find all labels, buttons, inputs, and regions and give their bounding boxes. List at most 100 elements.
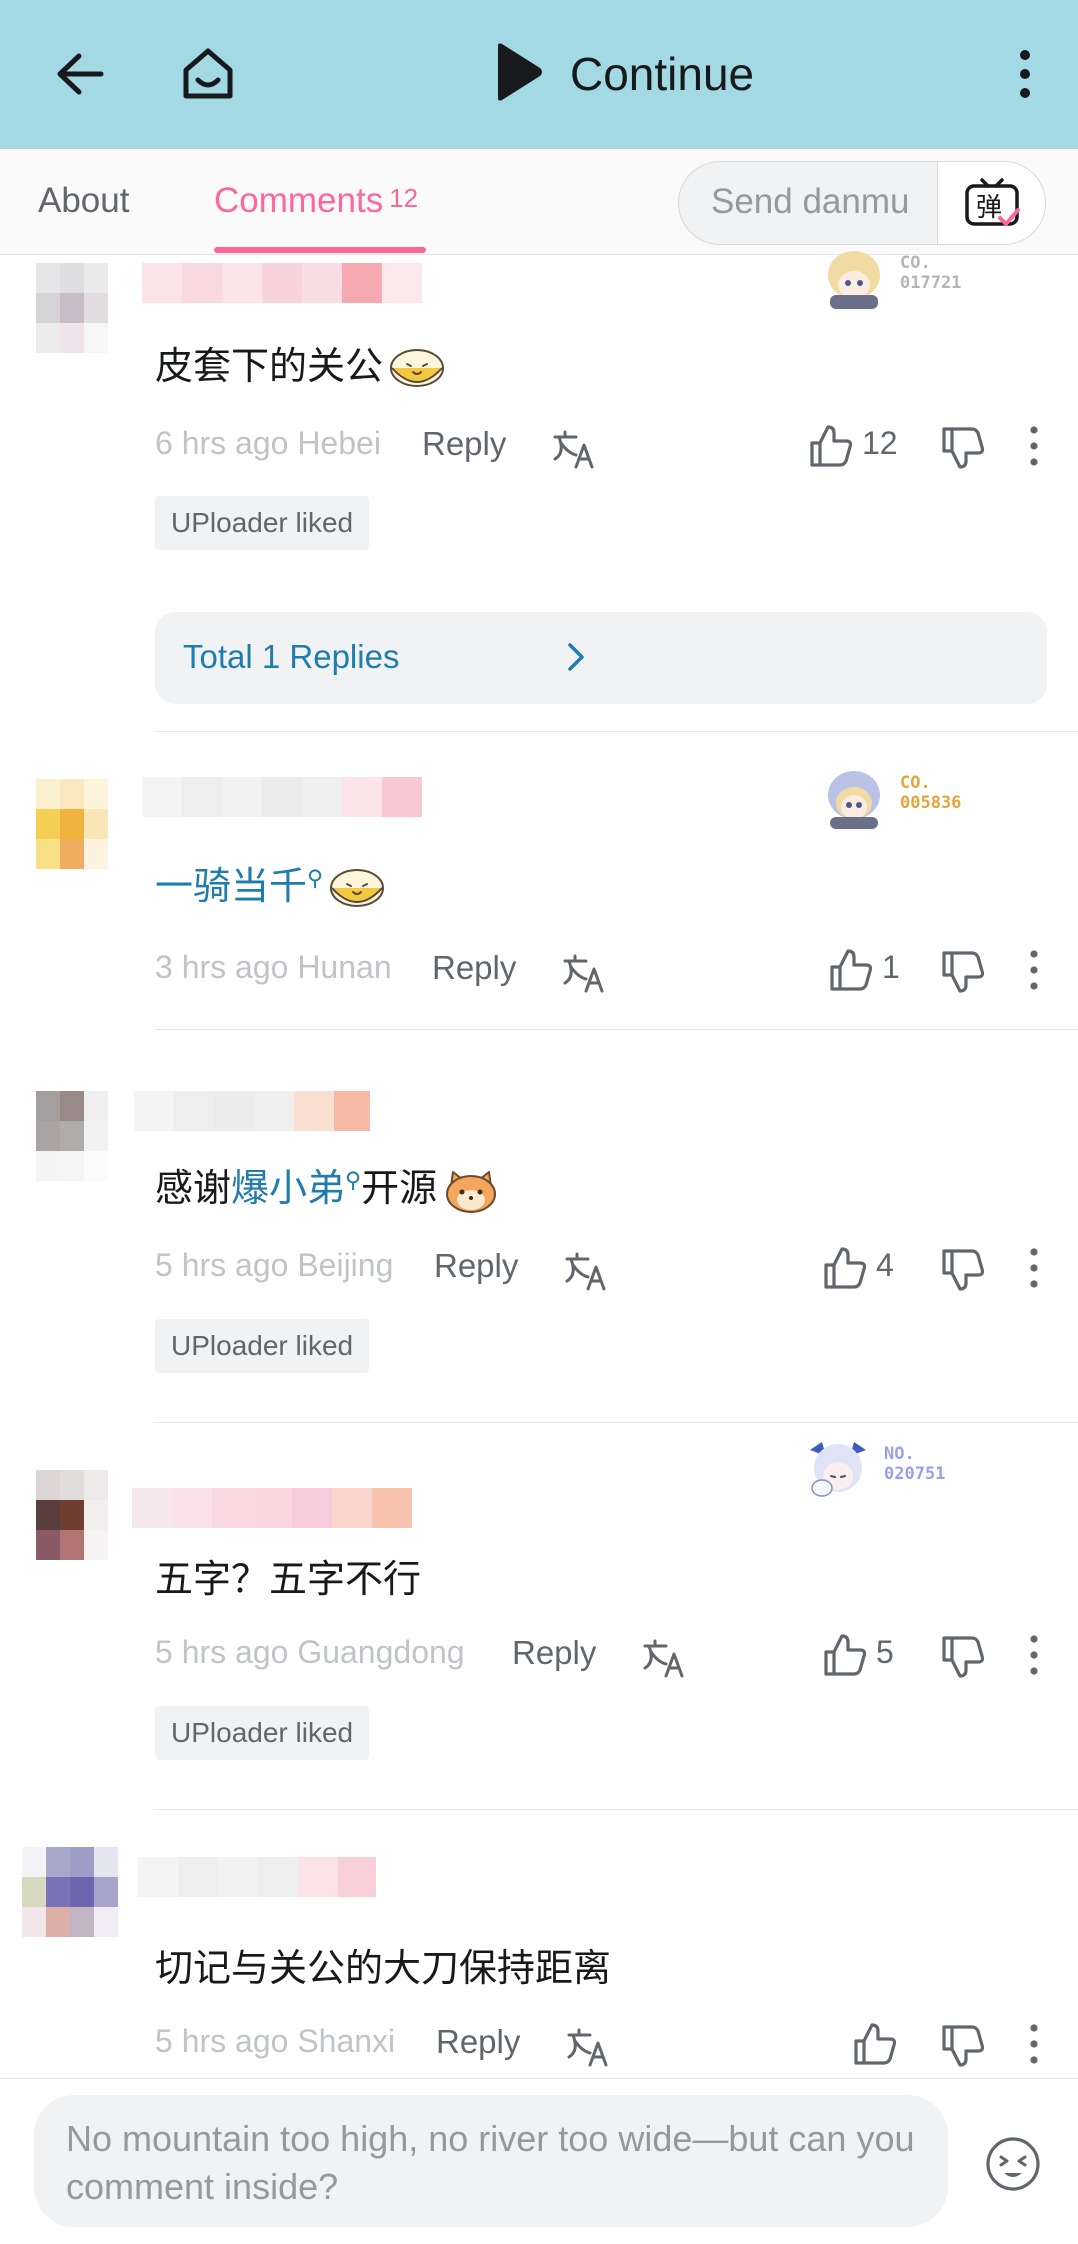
comment-more-icon[interactable] bbox=[1024, 2021, 1044, 2067]
tab-bar: About Comments 12 Send danmu 弹 bbox=[0, 149, 1078, 255]
comment-input[interactable]: No mountain too high, no river too wide—… bbox=[34, 2095, 948, 2227]
tab-comments[interactable]: Comments 12 bbox=[214, 181, 418, 221]
reply-button[interactable]: Reply bbox=[436, 2023, 520, 2061]
uploader-liked-tag: UPloader liked bbox=[155, 1706, 370, 1760]
comment-meta: 5 hrs ago Beijing bbox=[155, 1247, 393, 1284]
danmu-icon[interactable]: 弹 bbox=[937, 162, 1045, 244]
comments-count: 12 bbox=[389, 183, 419, 213]
like-count: 5 bbox=[876, 1634, 894, 1670]
comment-text: 皮套下的关公 bbox=[155, 335, 445, 392]
divider bbox=[155, 1029, 1078, 1030]
divider bbox=[155, 1809, 1078, 1810]
thumb-up-icon[interactable] bbox=[822, 1245, 868, 1291]
topic-link[interactable]: 一骑当千 bbox=[155, 866, 307, 908]
translate-icon[interactable] bbox=[552, 429, 596, 469]
comment-text: 感谢爆小弟⚲开源 bbox=[155, 1157, 499, 1214]
comment-location: Guangdong bbox=[297, 1634, 465, 1670]
tab-active-indicator bbox=[214, 247, 426, 253]
comment-meta: 6 hrs ago Hebei bbox=[155, 425, 381, 462]
continue-button[interactable]: Continue bbox=[570, 44, 754, 104]
play-icon[interactable] bbox=[490, 40, 550, 108]
shiba-dog-emoji-icon bbox=[446, 1170, 497, 1213]
comment-more-icon[interactable] bbox=[1024, 1632, 1044, 1678]
translate-icon[interactable] bbox=[566, 2027, 610, 2067]
anime-figure-icon bbox=[828, 771, 880, 829]
thumb-up-icon[interactable] bbox=[852, 2021, 898, 2067]
uploader-liked-tag: UPloader liked bbox=[155, 496, 370, 550]
comment-text-suffix: 开源 bbox=[361, 1168, 438, 1210]
comment-more-icon[interactable] bbox=[1024, 1245, 1044, 1291]
reply-button[interactable]: Reply bbox=[512, 1634, 596, 1672]
thumb-up-icon[interactable] bbox=[822, 1632, 868, 1678]
comment-location: Hebei bbox=[297, 425, 381, 461]
home-tv-icon[interactable] bbox=[168, 34, 248, 114]
more-vertical-icon[interactable] bbox=[1000, 34, 1050, 114]
thumb-down-icon[interactable] bbox=[940, 425, 986, 471]
comment-input-bar: No mountain too high, no river too wide—… bbox=[0, 2078, 1078, 2244]
like-count: 1 bbox=[882, 949, 900, 985]
uploader-liked-tag: UPloader liked bbox=[155, 1319, 370, 1373]
avatar[interactable] bbox=[36, 263, 108, 353]
thumb-down-icon[interactable] bbox=[940, 949, 986, 995]
badge-number: NO. 020751 bbox=[884, 1444, 946, 1484]
comment-time: 6 hrs ago bbox=[155, 425, 289, 461]
comment-text: 一骑当千⚲ bbox=[155, 855, 385, 912]
send-danmu-field[interactable]: Send danmu 弹 bbox=[678, 161, 1046, 245]
translate-icon[interactable] bbox=[642, 1638, 686, 1678]
danmu-placeholder: Send danmu bbox=[711, 182, 910, 221]
bowl-face-emoji-icon bbox=[330, 868, 385, 907]
translate-icon[interactable] bbox=[562, 953, 606, 993]
thumb-down-icon[interactable] bbox=[940, 1634, 986, 1680]
emoji-icon[interactable] bbox=[984, 2135, 1042, 2193]
comment-text: 切记与关公的大刀保持距离 bbox=[155, 1948, 612, 1990]
chevron-right-icon bbox=[568, 643, 584, 671]
like-count: 12 bbox=[862, 425, 898, 461]
like-count: 4 bbox=[876, 1247, 894, 1283]
comment-meta: 5 hrs ago Guangdong bbox=[155, 1634, 465, 1671]
anime-figure-icon bbox=[810, 1442, 866, 1497]
comment-time: 5 hrs ago bbox=[155, 1634, 289, 1670]
comment-text: 五字？五字不行 bbox=[155, 1559, 422, 1601]
comment-more-icon[interactable] bbox=[1024, 423, 1044, 469]
thumb-up-icon[interactable] bbox=[828, 947, 874, 993]
tab-comments-label: Comments bbox=[214, 181, 384, 220]
back-arrow-icon[interactable] bbox=[40, 34, 120, 114]
translate-icon[interactable] bbox=[564, 1251, 608, 1291]
fan-badge[interactable]: CO. 005836 bbox=[820, 765, 990, 837]
comment-meta: 5 hrs ago Shanxi bbox=[155, 2023, 395, 2060]
reply-button[interactable]: Reply bbox=[434, 1247, 518, 1285]
comment-text-prefix: 感谢 bbox=[155, 1168, 232, 1210]
avatar[interactable] bbox=[36, 1091, 108, 1181]
comment-more-icon[interactable] bbox=[1024, 947, 1044, 993]
divider bbox=[155, 1422, 1078, 1423]
search-icon: ⚲ bbox=[345, 1167, 362, 1193]
comment-time: 3 hrs ago bbox=[155, 949, 289, 985]
fan-badge[interactable]: CO. 017721 bbox=[820, 245, 990, 317]
divider bbox=[155, 731, 1078, 732]
tab-about[interactable]: About bbox=[38, 181, 129, 221]
comment-location: Beijing bbox=[297, 1247, 394, 1283]
topic-link[interactable]: 爆小弟 bbox=[231, 1168, 345, 1210]
bowl-face-emoji-icon bbox=[390, 348, 445, 387]
view-replies-button[interactable]: Total 1 Replies bbox=[155, 612, 1047, 704]
thumb-down-icon[interactable] bbox=[940, 2023, 986, 2069]
avatar[interactable] bbox=[36, 779, 108, 869]
top-bar: Continue bbox=[0, 0, 1078, 149]
reply-button[interactable]: Reply bbox=[422, 425, 506, 463]
comment-location: Shanxi bbox=[297, 2023, 396, 2059]
avatar[interactable] bbox=[22, 1847, 118, 1957]
thumb-down-icon[interactable] bbox=[940, 1247, 986, 1293]
badge-number: CO. 005836 bbox=[900, 773, 962, 813]
anime-figure-icon bbox=[828, 251, 880, 309]
comment-time: 5 hrs ago bbox=[155, 2023, 289, 2059]
replies-label: Total 1 Replies bbox=[183, 638, 400, 675]
badge-number: CO. 017721 bbox=[900, 253, 962, 293]
fan-badge[interactable]: NO. 020751 bbox=[804, 1436, 974, 1508]
thumb-up-icon[interactable] bbox=[808, 423, 854, 469]
reply-button[interactable]: Reply bbox=[432, 949, 516, 987]
comment-meta: 3 hrs ago Hunan bbox=[155, 949, 392, 986]
search-icon: ⚲ bbox=[307, 865, 324, 891]
avatar[interactable] bbox=[36, 1470, 108, 1560]
comment-location: Hunan bbox=[297, 949, 392, 985]
comment-input-placeholder: No mountain too high, no river too wide—… bbox=[66, 2118, 915, 2207]
